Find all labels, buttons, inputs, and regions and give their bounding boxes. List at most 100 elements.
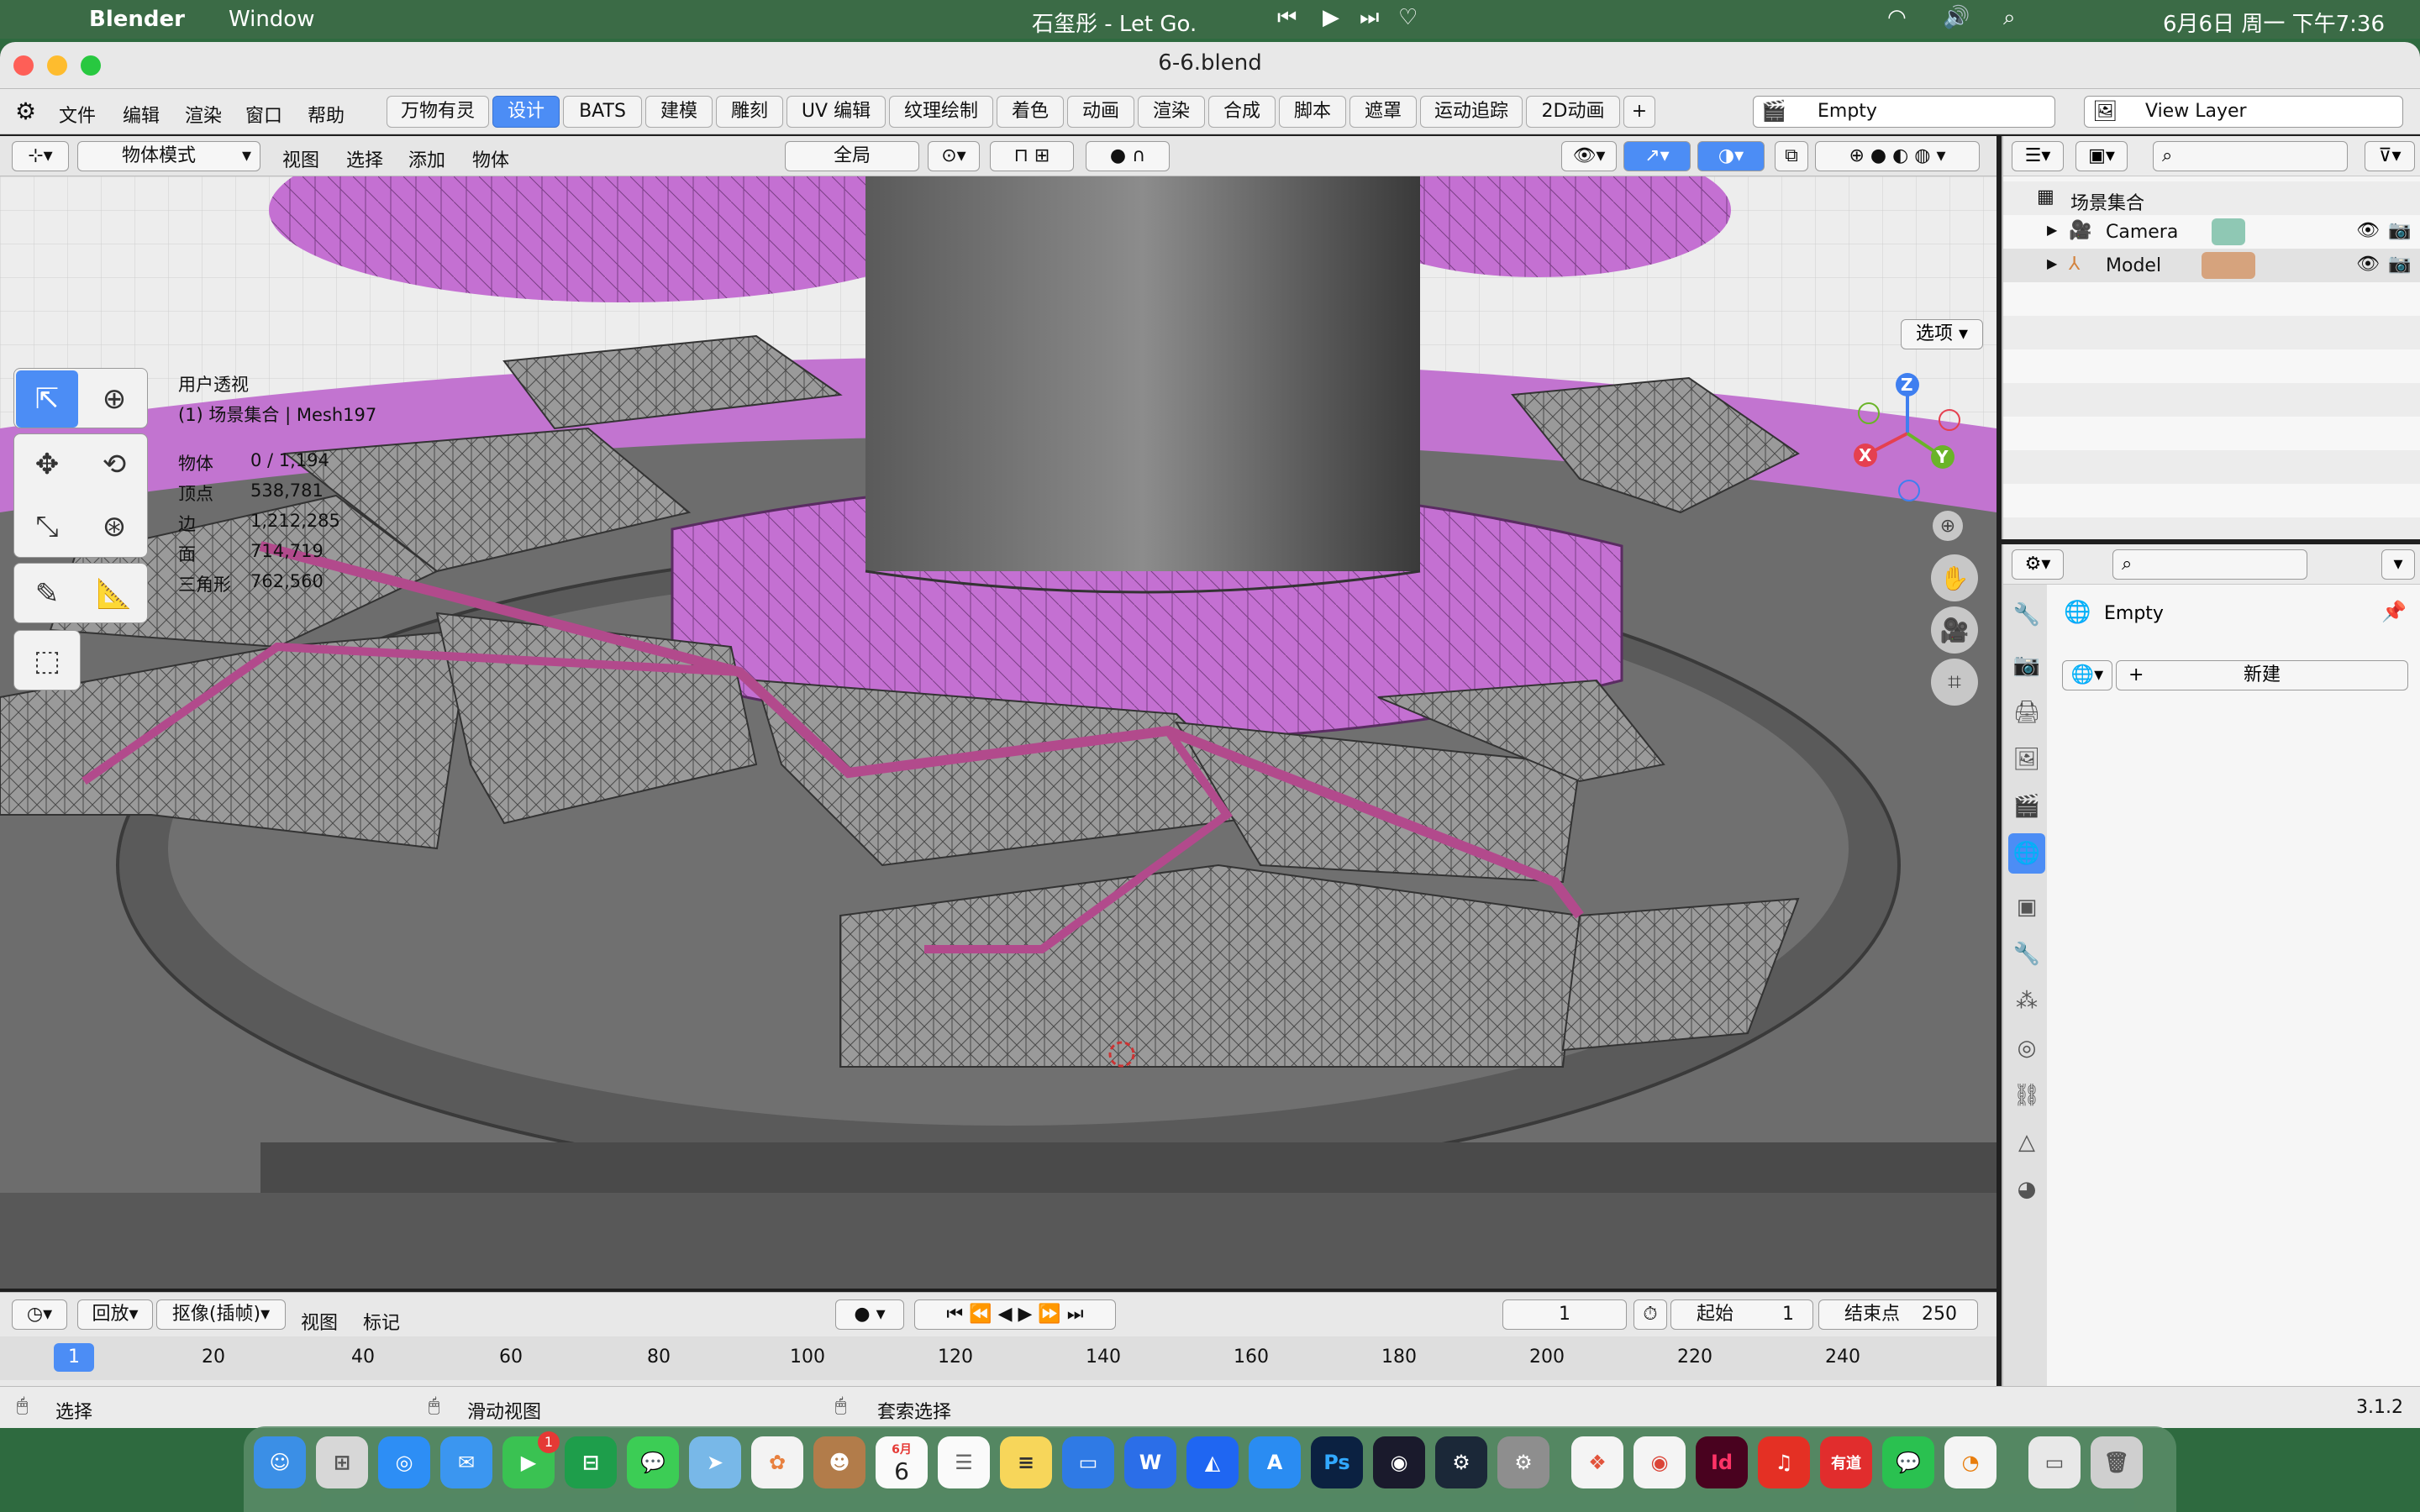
menu-help[interactable]: 帮助	[308, 101, 345, 128]
tool-tab-icon[interactable]: 🔧	[2008, 595, 2045, 635]
reminders-icon[interactable]: ☰	[938, 1436, 990, 1488]
contacts-icon[interactable]: ☻	[813, 1436, 865, 1488]
gizmo-toggle-button[interactable]: ↗▾	[1623, 141, 1691, 171]
notes-icon[interactable]: ≡	[1000, 1436, 1052, 1488]
properties-editor-type-button[interactable]: ⚙▾	[2012, 549, 2064, 580]
wifi-icon[interactable]: ◠	[1887, 5, 1907, 30]
blender-logo-icon[interactable]: ⚙	[15, 97, 36, 125]
viewport-menu-select[interactable]: 选择	[346, 145, 383, 172]
previous-track-icon[interactable]: ⏮	[1277, 5, 1297, 31]
outliner-row-camera[interactable]: ▶ 🎥 Camera 👁 📷	[2003, 215, 2420, 249]
expand-arrow-icon[interactable]: ▶	[2047, 222, 2057, 238]
search-icon[interactable]: ⌕	[2003, 5, 2016, 31]
data-tab-icon[interactable]: △	[2008, 1122, 2045, 1163]
tab-workspace-2[interactable]: BATS	[563, 96, 642, 128]
render-tab-icon[interactable]: 📷	[2008, 645, 2045, 685]
cursor-tool-button[interactable]: ⊕	[83, 370, 145, 428]
visibility-button[interactable]: 👁▾	[1561, 141, 1617, 171]
shading-modes[interactable]: ⊕ ● ◐ ◍ ▾	[1815, 141, 1980, 171]
next-track-icon[interactable]: ⏭	[1360, 5, 1379, 31]
tab-workspace-9[interactable]: 渲染	[1138, 96, 1205, 128]
zoom-icon[interactable]: ⊕	[1933, 511, 1963, 541]
pan-hand-icon[interactable]: ✋	[1931, 554, 1978, 601]
tab-workspace-6[interactable]: 纹理绘制	[889, 96, 993, 128]
calendar-icon[interactable]: 6月 6	[876, 1436, 928, 1488]
render-camera-icon[interactable]: 📷	[2388, 220, 2411, 241]
menu-edit[interactable]: 编辑	[123, 101, 160, 128]
filter-button[interactable]: ⊽▾	[2365, 141, 2415, 171]
options-dropdown[interactable]: 选项 ▾	[1901, 319, 1983, 349]
keying-dropdown[interactable]: 抠像(插帧)▾	[156, 1299, 286, 1330]
blender-icon[interactable]: ◔	[1944, 1436, 1996, 1488]
use-preview-range-button[interactable]: ⏱	[1634, 1299, 1667, 1330]
menu-file[interactable]: 文件	[59, 101, 96, 128]
annotate-tool-button[interactable]: ✎	[16, 565, 78, 622]
youdao-icon[interactable]: 有道	[1820, 1436, 1872, 1488]
view-layer-tab-icon[interactable]: 🖼	[2008, 739, 2045, 780]
keynote-icon[interactable]: ▭	[1062, 1436, 1114, 1488]
datetime-text[interactable]: 6月6日 周一 下午7:36	[2163, 7, 2385, 38]
trash-icon[interactable]: 🗑	[2091, 1436, 2143, 1488]
eye-icon[interactable]: 👁	[2356, 220, 2380, 241]
auto-keying-button[interactable]: ● ▾	[835, 1299, 904, 1330]
display-mode-button[interactable]: ▣▾	[2075, 141, 2128, 171]
constraints-tab-icon[interactable]: ⛓	[2008, 1075, 2045, 1116]
outliner-row-model[interactable]: ▶ ⅄ Model 👁 📷	[2003, 249, 2420, 282]
scene-tab-icon[interactable]: 🎬	[2008, 786, 2045, 827]
system-preferences-icon[interactable]: ⚙	[1497, 1436, 1549, 1488]
menu-window[interactable]: 窗口	[245, 101, 282, 128]
tab-workspace-13[interactable]: 运动追踪	[1420, 96, 1523, 128]
messages-icon[interactable]: 💬	[627, 1436, 679, 1488]
window-menu[interactable]: Window	[229, 7, 315, 32]
safari-icon[interactable]: ◎	[378, 1436, 430, 1488]
expand-arrow-icon[interactable]: ▶	[2047, 255, 2057, 271]
outliner-editor-type-button[interactable]: ☰▾	[2012, 141, 2064, 171]
snap-button[interactable]: ⊓ ⊞	[990, 141, 1074, 171]
wechat-icon[interactable]: 💬	[1882, 1436, 1934, 1488]
end-frame-field[interactable]: 结束点 250	[1818, 1299, 1978, 1330]
viewport-menu-object[interactable]: 物体	[472, 145, 509, 172]
downloads-folder-icon[interactable]: ▭	[2028, 1436, 2081, 1488]
playback-controls[interactable]: ⏮ ⏪ ◀ ▶ ⏩ ⏭	[914, 1299, 1116, 1330]
camera-view-icon[interactable]: 🎥	[1931, 606, 1978, 654]
tab-workspace-10[interactable]: 合成	[1208, 96, 1276, 128]
proportional-edit-button[interactable]: ● ∩	[1086, 141, 1170, 171]
transform-tool-button[interactable]: ⊛	[83, 498, 145, 555]
tab-workspace-5[interactable]: UV 编辑	[786, 96, 886, 128]
pivot-point-button[interactable]: ⊙▾	[928, 141, 980, 171]
viewport-scene[interactable]: ⇱ ⊕ ✥ ⟲ ⤡ ⊛ ✎ 📐 ⬚ 用户透视 (1) 场景集合 | Mesh19…	[0, 136, 1996, 1289]
add-workspace-button[interactable]: +	[1623, 96, 1655, 128]
tab-workspace-11[interactable]: 脚本	[1279, 96, 1346, 128]
finder-icon[interactable]: ☺	[254, 1436, 306, 1488]
frame-ruler[interactable]: 1 20 40 60 80 100 120 140 160 180 200 22…	[0, 1336, 1996, 1380]
wps-icon[interactable]: W	[1124, 1436, 1176, 1488]
object-tab-icon[interactable]: ▣	[2008, 887, 2045, 927]
timeline-marker-menu[interactable]: 标记	[363, 1308, 400, 1335]
scale-tool-button[interactable]: ⤡	[16, 498, 78, 555]
volume-icon[interactable]: 🔊	[1943, 5, 1970, 30]
viewport-menu-view[interactable]: 视图	[282, 145, 319, 172]
play-icon[interactable]: ▶	[1323, 5, 1339, 30]
timeline-view-menu[interactable]: 视图	[301, 1308, 338, 1335]
cinema4d-icon[interactable]: ◉	[1373, 1436, 1425, 1488]
tab-workspace-1[interactable]: 设计	[492, 96, 560, 128]
mode-dropdown[interactable]: 物体模式 ▾	[77, 141, 260, 171]
current-frame-field[interactable]: 1	[1502, 1299, 1627, 1330]
photoshop-icon[interactable]: Ps	[1311, 1436, 1363, 1488]
menu-render[interactable]: 渲染	[185, 101, 222, 128]
render-camera-icon[interactable]: 📷	[2388, 254, 2411, 275]
perspective-grid-icon[interactable]: ⌗	[1931, 659, 1978, 706]
measure-tool-button[interactable]: 📐	[83, 565, 145, 622]
heart-icon[interactable]: ♡	[1398, 5, 1418, 30]
indesign-icon[interactable]: Id	[1696, 1436, 1748, 1488]
tab-workspace-4[interactable]: 雕刻	[716, 96, 783, 128]
photos-icon[interactable]: ✿	[751, 1436, 803, 1488]
tab-workspace-14[interactable]: 2D动画	[1526, 96, 1620, 128]
tab-workspace-8[interactable]: 动画	[1067, 96, 1134, 128]
move-tool-button[interactable]: ✥	[16, 436, 78, 493]
current-frame-marker[interactable]: 1	[54, 1343, 94, 1372]
properties-options-button[interactable]: ▾	[2381, 549, 2415, 580]
scene-selector[interactable]: Empty	[1753, 96, 2055, 128]
add-cube-tool-button[interactable]: ⬚	[16, 633, 78, 690]
timeline-editor-type-button[interactable]: ◷▾	[12, 1299, 67, 1330]
